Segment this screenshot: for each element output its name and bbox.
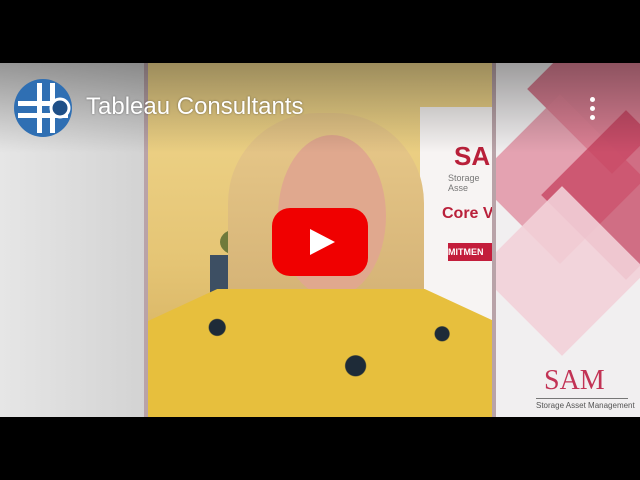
sam-logo: SAM: [544, 365, 605, 396]
video-title[interactable]: Tableau Consultants: [86, 93, 303, 121]
video-player[interactable]: SA Storage Asse Core V MITMEN SAM Storag…: [0, 0, 640, 480]
play-triangle: [310, 229, 335, 255]
play-icon[interactable]: [272, 208, 368, 276]
sam-logo-rule: [536, 398, 628, 399]
sam-logo-subtitle: Storage Asset Management: [536, 401, 635, 410]
banner-heading: Core V: [442, 205, 494, 222]
person-shirt: [148, 289, 494, 417]
vertical-dots-icon[interactable]: [578, 93, 606, 125]
banner-tagline: Storage Asse: [448, 173, 480, 193]
banner-band: MITMEN: [448, 243, 494, 261]
channel-logo-icon[interactable]: [14, 79, 72, 137]
